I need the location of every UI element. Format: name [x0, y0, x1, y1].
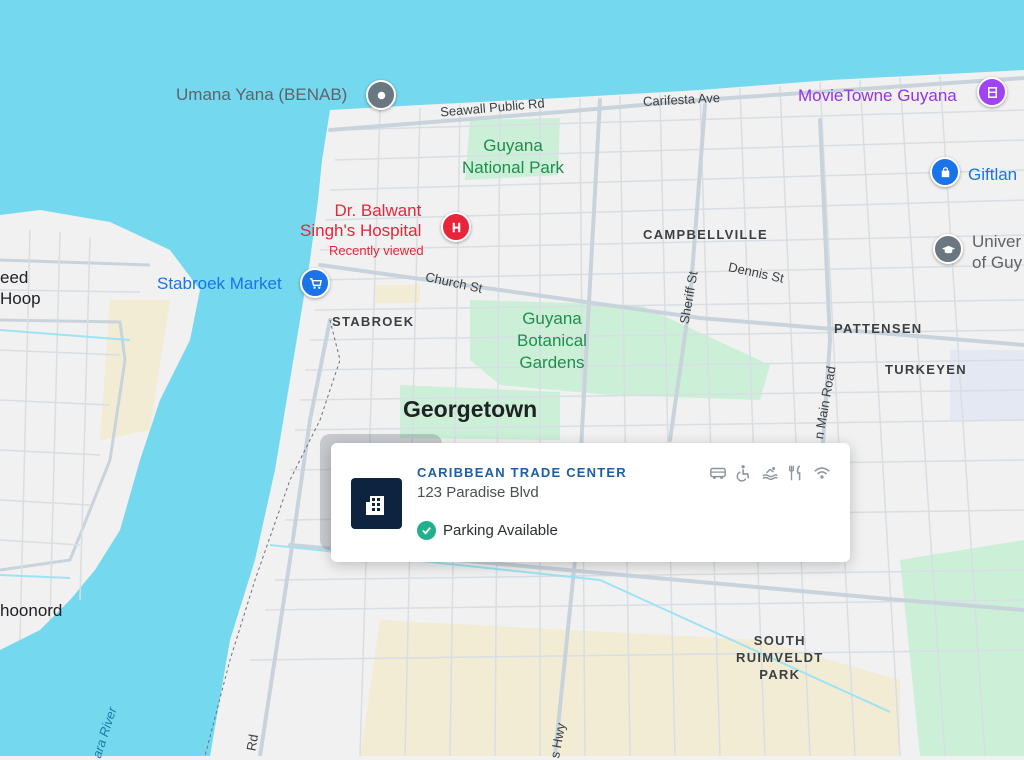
poi-hospital-note: Recently viewed — [329, 243, 424, 258]
poi-botanical-gardens-label[interactable]: Guyana Botanical Gardens — [517, 308, 587, 374]
district-south-ruimveldt-label: SOUTH RUIMVELDT PARK — [736, 633, 824, 682]
poi-national-park-label[interactable]: Guyana National Park — [462, 135, 564, 179]
restaurant-icon — [786, 463, 806, 483]
district-pattensen-label: PATTENSEN — [834, 321, 923, 336]
west-bank-label-b: hoonord — [0, 601, 63, 620]
movie-theater-pin-icon[interactable] — [977, 77, 1007, 107]
district-turkeyen-label: TURKEYEN — [885, 362, 967, 377]
poi-movietowne-label[interactable]: MovieTowne Guyana — [798, 86, 957, 106]
hospital-pin-icon[interactable] — [441, 212, 471, 242]
west-bank-label-a: eed Hoop — [0, 268, 41, 308]
shuttle-icon — [708, 463, 728, 483]
street-rd-bottom-label: Rd — [243, 733, 262, 752]
city-label: Georgetown — [403, 396, 538, 422]
pool-icon — [760, 463, 780, 483]
parking-status-text: Parking Available — [443, 522, 558, 539]
stabroek-block — [375, 285, 420, 303]
parking-status: Parking Available — [417, 521, 558, 540]
graduation-cap-pin-icon[interactable] — [933, 234, 963, 264]
accessible-icon — [734, 463, 754, 483]
district-stabroek-label: STABROEK — [332, 314, 415, 329]
location-info-card[interactable]: CARIBBEAN TRADE CENTER 123 Paradise Blvd… — [331, 443, 850, 562]
poi-stabroek-market-label[interactable]: Stabroek Market — [157, 274, 282, 294]
check-circle-icon — [417, 521, 436, 540]
poi-university-label[interactable]: Univer of Guy — [972, 231, 1022, 273]
district-campbellville-label: CAMPBELLVILLE — [643, 227, 768, 242]
office-building-icon — [351, 478, 402, 529]
park-south-east — [900, 540, 1024, 756]
poi-hospital-label[interactable]: Dr. Balwant Singh's Hospital — [300, 201, 421, 241]
wifi-icon — [812, 463, 832, 483]
location-title: CARIBBEAN TRADE CENTER — [417, 465, 627, 480]
shopping-cart-pin-icon[interactable] — [300, 268, 330, 298]
poi-umana-yana-label[interactable]: Umana Yana (BENAB) — [176, 85, 347, 105]
map-canvas[interactable] — [0, 0, 1024, 756]
poi-giftland-label[interactable]: Giftlan — [968, 165, 1017, 185]
location-address: 123 Paradise Blvd — [417, 484, 539, 501]
shopping-bag-pin-icon[interactable] — [930, 157, 960, 187]
amenity-icons — [708, 463, 832, 483]
landmark-pin-icon[interactable] — [366, 80, 396, 110]
